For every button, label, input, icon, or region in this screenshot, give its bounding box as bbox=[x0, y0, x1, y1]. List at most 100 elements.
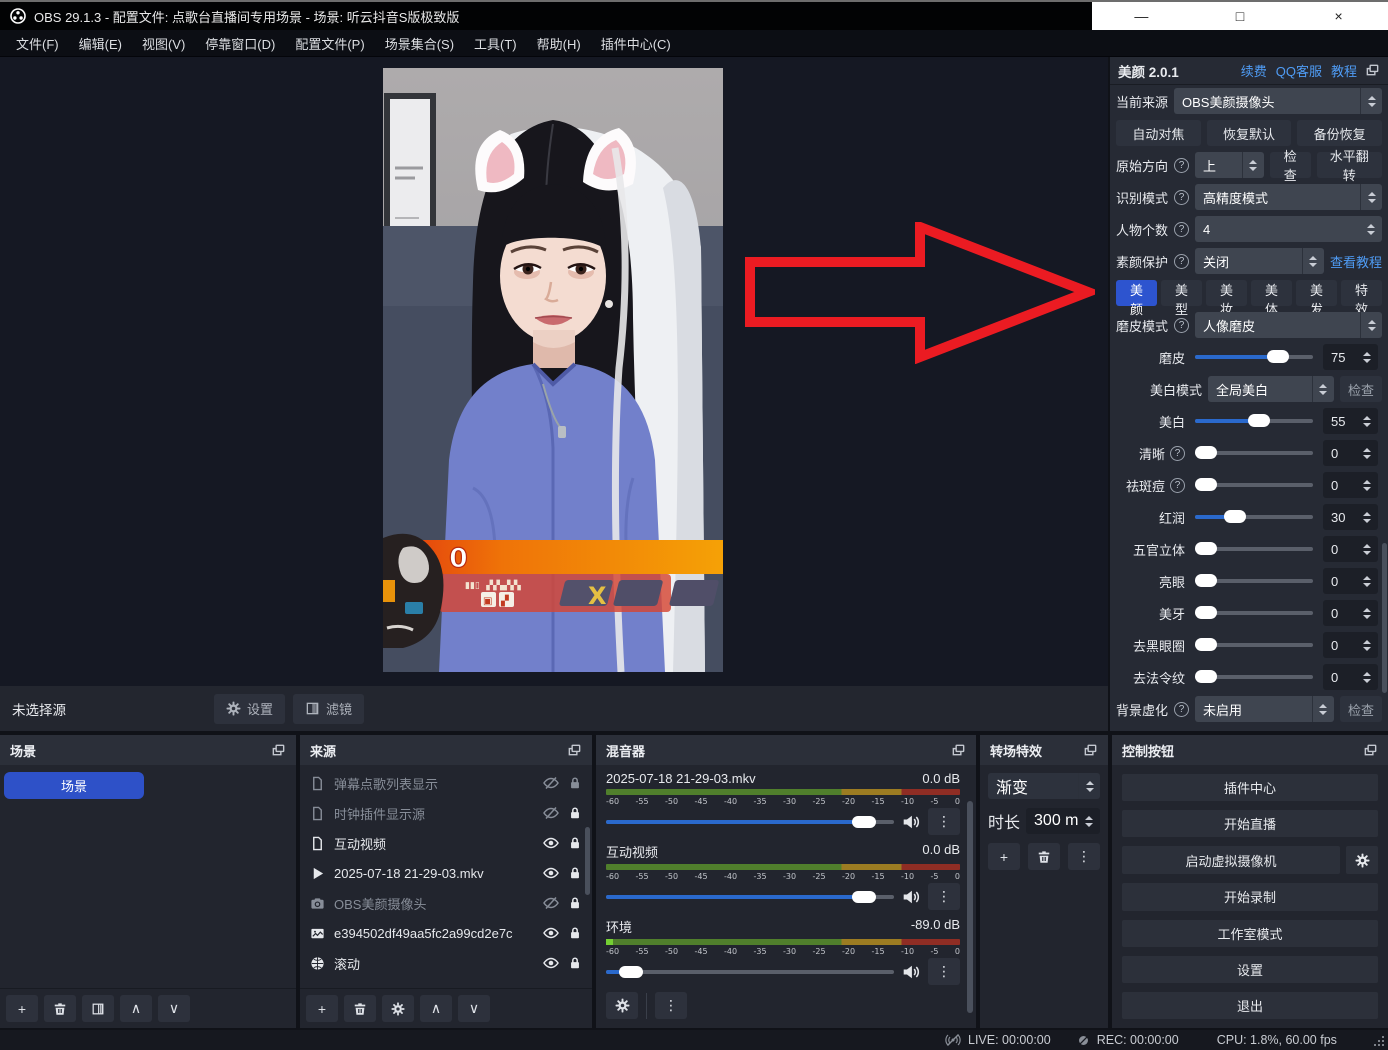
popout-icon[interactable] bbox=[1365, 63, 1380, 78]
transition-dropdown[interactable]: 渐变 bbox=[988, 773, 1100, 799]
source-move-up-button[interactable]: ∧ bbox=[420, 995, 452, 1022]
popout-icon[interactable] bbox=[271, 743, 286, 758]
source-move-down-button[interactable]: ∨ bbox=[458, 995, 490, 1022]
preview-canvas[interactable]: 0 ▮▮▯ ▗▚▚▞▞▖ ▣ ▞ X bbox=[0, 57, 1108, 686]
bg-blur-check-button[interactable]: 检查 bbox=[1340, 696, 1382, 722]
menu-edit[interactable]: 编辑(E) bbox=[69, 30, 132, 57]
start-recording-button[interactable]: 开始录制 bbox=[1122, 883, 1378, 910]
source-properties-gear-button[interactable] bbox=[382, 995, 414, 1022]
scene-move-down-button[interactable]: ∨ bbox=[158, 995, 190, 1022]
tab-makeup[interactable]: 美妆 bbox=[1206, 280, 1247, 306]
mixer-scrollbar[interactable] bbox=[967, 801, 973, 1013]
eye-icon[interactable] bbox=[543, 835, 559, 851]
source-row[interactable]: OBS美颜摄像头 bbox=[300, 888, 592, 918]
orientation-dropdown[interactable]: 上 bbox=[1195, 152, 1264, 178]
resize-grip[interactable] bbox=[1373, 1035, 1385, 1047]
tab-face-shape[interactable]: 美型 bbox=[1161, 280, 1202, 306]
restore-default-button[interactable]: 恢复默认 bbox=[1207, 120, 1292, 146]
bright-eyes-value-spinbox[interactable]: 0 bbox=[1323, 568, 1378, 594]
dark-circles-value-spinbox[interactable]: 0 bbox=[1323, 632, 1378, 658]
smooth-mode-dropdown[interactable]: 人像磨皮 bbox=[1195, 312, 1382, 338]
renew-link[interactable]: 续费 bbox=[1241, 61, 1267, 80]
nasolabial-value-spinbox[interactable]: 0 bbox=[1323, 664, 1378, 690]
scene-move-up-button[interactable]: ∧ bbox=[120, 995, 152, 1022]
popout-icon[interactable] bbox=[1083, 743, 1098, 758]
add-transition-button[interactable]: + bbox=[988, 843, 1020, 870]
menu-docks[interactable]: 停靠窗口(D) bbox=[195, 30, 285, 57]
lock-icon[interactable] bbox=[568, 836, 582, 850]
help-icon[interactable]: ? bbox=[1174, 702, 1189, 717]
recognition-mode-dropdown[interactable]: 高精度模式 bbox=[1195, 184, 1382, 210]
tab-beauty[interactable]: 美颜 bbox=[1116, 280, 1157, 306]
transition-menu-button[interactable]: ⋮ bbox=[1068, 843, 1100, 870]
exit-button[interactable]: 退出 bbox=[1122, 992, 1378, 1019]
mixer-menu-button[interactable]: ⋮ bbox=[655, 992, 687, 1019]
lock-icon[interactable] bbox=[568, 926, 582, 940]
blemish-value-spinbox[interactable]: 0 bbox=[1323, 472, 1378, 498]
orientation-check-button[interactable]: 检查 bbox=[1270, 152, 1311, 178]
tab-effects[interactable]: 特效 bbox=[1341, 280, 1382, 306]
whiten-value-spinbox[interactable]: 55 bbox=[1323, 408, 1378, 434]
help-icon[interactable]: ? bbox=[1170, 446, 1185, 461]
qq-support-link[interactable]: QQ客服 bbox=[1276, 61, 1322, 80]
source-row[interactable]: 滚动 bbox=[300, 948, 592, 978]
help-icon[interactable]: ? bbox=[1174, 190, 1189, 205]
blemish-slider[interactable] bbox=[1195, 483, 1313, 487]
beauty-scrollbar[interactable] bbox=[1382, 543, 1387, 693]
rosy-slider[interactable] bbox=[1195, 515, 1313, 519]
clarity-value-spinbox[interactable]: 0 bbox=[1323, 440, 1378, 466]
plugin-center-button[interactable]: 插件中心 bbox=[1122, 774, 1378, 801]
menu-plugin-center[interactable]: 插件中心(C) bbox=[591, 30, 681, 57]
current-source-dropdown[interactable]: OBS美颜摄像头 bbox=[1174, 88, 1382, 114]
menu-profile[interactable]: 配置文件(P) bbox=[285, 30, 374, 57]
volume-slider[interactable] bbox=[606, 895, 894, 899]
view-tutorial-link[interactable]: 查看教程 bbox=[1330, 252, 1382, 271]
close-button[interactable]: × bbox=[1316, 8, 1362, 24]
makeup-protect-dropdown[interactable]: 关闭 bbox=[1195, 248, 1324, 274]
source-row[interactable]: e394502df49aa5fc2a99cd2e7c bbox=[300, 918, 592, 948]
source-row[interactable]: 2025-07-18 21-29-03.mkv bbox=[300, 858, 592, 888]
volume-slider[interactable] bbox=[606, 820, 894, 824]
eye-off-icon[interactable] bbox=[543, 895, 559, 911]
face-3d-value-spinbox[interactable]: 0 bbox=[1323, 536, 1378, 562]
add-scene-button[interactable]: + bbox=[6, 995, 38, 1022]
eye-icon[interactable] bbox=[543, 865, 559, 881]
lock-icon[interactable] bbox=[568, 896, 582, 910]
menu-help[interactable]: 帮助(H) bbox=[527, 30, 591, 57]
eye-off-icon[interactable] bbox=[543, 805, 559, 821]
menu-view[interactable]: 视图(V) bbox=[132, 30, 195, 57]
source-row[interactable]: 互动视频 bbox=[300, 828, 592, 858]
smooth-slider[interactable] bbox=[1195, 355, 1313, 359]
lock-icon[interactable] bbox=[568, 776, 582, 790]
popout-icon[interactable] bbox=[567, 743, 582, 758]
tutorial-link[interactable]: 教程 bbox=[1331, 61, 1357, 80]
channel-menu-button[interactable]: ⋮ bbox=[928, 958, 960, 985]
horizontal-flip-button[interactable]: 水平翻转 bbox=[1317, 152, 1382, 178]
eye-off-icon[interactable] bbox=[543, 775, 559, 791]
face-3d-slider[interactable] bbox=[1195, 547, 1313, 551]
minimize-button[interactable]: — bbox=[1118, 8, 1164, 24]
tab-body[interactable]: 美体 bbox=[1251, 280, 1292, 306]
start-streaming-button[interactable]: 开始直播 bbox=[1122, 810, 1378, 837]
lock-icon[interactable] bbox=[568, 806, 582, 820]
lock-icon[interactable] bbox=[568, 866, 582, 880]
lock-icon[interactable] bbox=[568, 956, 582, 970]
remove-transition-button[interactable] bbox=[1028, 843, 1060, 870]
channel-menu-button[interactable]: ⋮ bbox=[928, 883, 960, 910]
backup-restore-button[interactable]: 备份恢复 bbox=[1297, 120, 1382, 146]
teeth-value-spinbox[interactable]: 0 bbox=[1323, 600, 1378, 626]
popout-icon[interactable] bbox=[1363, 743, 1378, 758]
source-row[interactable]: 弹幕点歌列表显示 bbox=[300, 768, 592, 798]
tab-hair[interactable]: 美发 bbox=[1296, 280, 1337, 306]
speaker-icon[interactable] bbox=[902, 813, 920, 831]
remove-scene-button[interactable] bbox=[44, 995, 76, 1022]
help-icon[interactable]: ? bbox=[1174, 222, 1189, 237]
menu-tools[interactable]: 工具(T) bbox=[464, 30, 527, 57]
autofocus-button[interactable]: 自动对焦 bbox=[1116, 120, 1201, 146]
scene-item-selected[interactable]: 场景 bbox=[4, 772, 144, 799]
menu-scene-collection[interactable]: 场景集合(S) bbox=[375, 30, 464, 57]
source-filters-button[interactable]: 滤镜 bbox=[293, 694, 364, 724]
eye-icon[interactable] bbox=[543, 955, 559, 971]
dark-circles-slider[interactable] bbox=[1195, 643, 1313, 647]
rosy-value-spinbox[interactable]: 30 bbox=[1323, 504, 1378, 530]
